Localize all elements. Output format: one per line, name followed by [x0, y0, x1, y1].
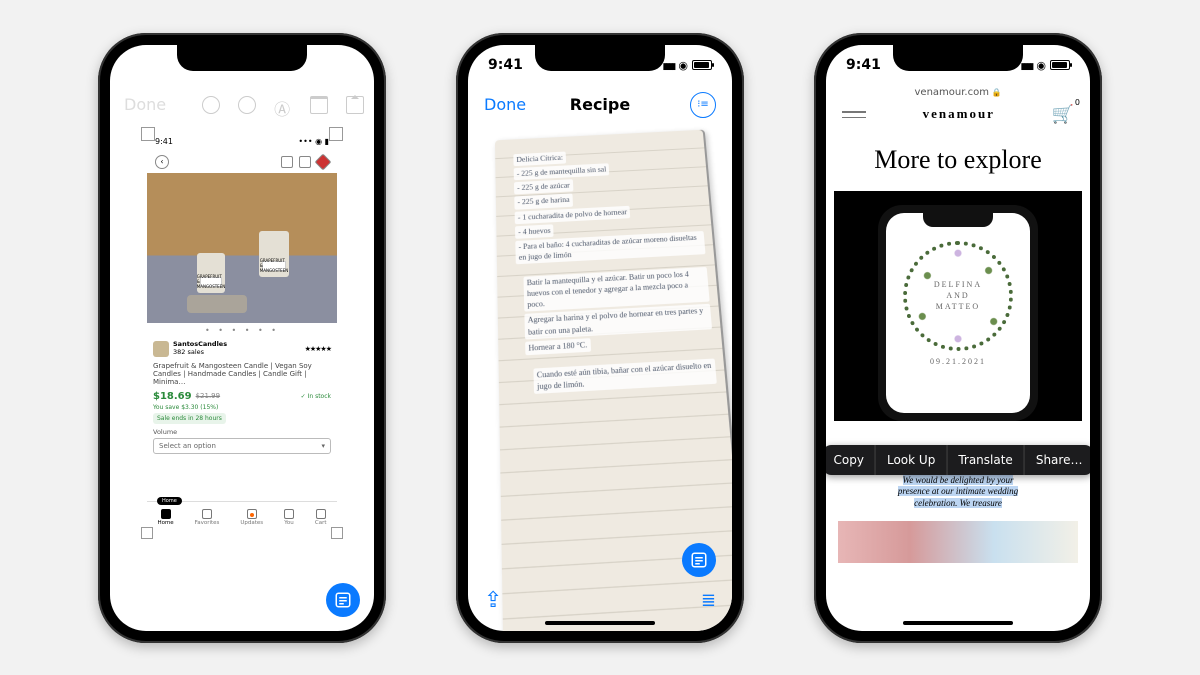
undo-button[interactable]	[202, 94, 220, 116]
site-header: venamour 🛒0	[826, 104, 1090, 135]
inner-tab-bar: Home Home Favorites Updates You Cart	[147, 501, 337, 533]
back-icon[interactable]: ‹	[155, 155, 169, 169]
live-text-button[interactable]	[326, 583, 360, 617]
signal-icon	[663, 58, 675, 72]
store-sales: 382 sales	[173, 349, 227, 356]
inner-share-icon[interactable]	[299, 156, 311, 168]
wreath-graphic: DELFINA AND MATTEO	[903, 241, 1013, 351]
select-placeholder: Select an option	[159, 442, 216, 450]
tab-you[interactable]: You	[284, 509, 294, 526]
notch	[177, 45, 307, 71]
hero-image: DELFINA AND MATTEO 09.21.2021	[834, 191, 1082, 421]
wifi-icon	[678, 58, 688, 72]
wifi-icon	[320, 58, 330, 72]
inv-date: 09.21.2021	[896, 357, 1020, 366]
tab-pill: Home	[157, 497, 182, 505]
list-icon[interactable]: ≣	[701, 590, 716, 611]
cart-count: 0	[1075, 98, 1080, 107]
menu-translate[interactable]: Translate	[947, 445, 1025, 475]
redo-button[interactable]	[238, 94, 256, 116]
note-title: Recipe	[570, 95, 630, 114]
variant-select[interactable]: Select an option ▾	[153, 438, 331, 454]
cart-icon[interactable]: 🛒0	[1052, 104, 1074, 125]
note-bottom-bar: ⇪ ≣	[468, 588, 732, 613]
candle-label: GRAPEFRUIT & MANGOSTEEN	[200, 277, 222, 287]
selected-text[interactable]: We would be delighted by your presence a…	[893, 475, 1023, 510]
signal-icon	[305, 58, 317, 72]
stock-badge: In stock	[301, 393, 331, 400]
recipe-title[interactable]: Delicia Cítrica:	[513, 151, 566, 166]
home-indicator[interactable]	[545, 621, 655, 625]
mini-phone-mock: DELFINA AND MATTEO 09.21.2021	[878, 205, 1038, 421]
heart-icon[interactable]	[315, 153, 332, 170]
status-time: 9:41	[846, 57, 881, 73]
store-row[interactable]: SantosCandles 382 sales ★★★★★	[147, 338, 337, 360]
inv-name-1: DELFINA	[934, 280, 982, 289]
home-indicator[interactable]	[187, 621, 297, 625]
share-button[interactable]	[346, 94, 364, 116]
menu-share[interactable]: Share…	[1025, 445, 1090, 475]
share-icon[interactable]: ⇪	[484, 588, 502, 613]
comment-icon[interactable]	[281, 156, 293, 168]
battery-icon	[334, 60, 354, 70]
store-avatar	[153, 341, 169, 357]
markup-pen-button[interactable]	[274, 94, 292, 116]
status-time: 9:41	[488, 57, 523, 73]
tab-updates[interactable]: Updates	[240, 509, 263, 526]
sale-chip: Sale ends in 28 hours	[153, 413, 226, 424]
menu-lookup[interactable]: Look Up	[876, 445, 947, 475]
chevron-down-icon: ▾	[321, 442, 325, 450]
battery-icon	[692, 60, 712, 70]
url-bar[interactable]: venamour.com	[826, 85, 1090, 104]
notch	[535, 45, 665, 71]
phone-screenshot-markup: 9:41 Done 9:41 ••• ◉ ▮ ‹	[98, 33, 386, 643]
menu-copy[interactable]: Copy	[826, 445, 876, 475]
markup-toolbar: Done	[110, 85, 374, 125]
product-title: Grapefruit & Mangosteen Candle | Vegan S…	[147, 360, 337, 389]
live-text-button[interactable]	[682, 543, 716, 577]
product-old-price: $21.99	[196, 392, 221, 400]
product-price: $18.69	[153, 391, 192, 402]
carousel-dots[interactable]: • • • • • •	[147, 323, 337, 338]
home-indicator[interactable]	[903, 621, 1013, 625]
url-text: venamour.com	[915, 87, 989, 98]
rating-stars: ★★★★★	[305, 345, 331, 353]
brand-logo[interactable]: venamour	[923, 106, 995, 122]
next-card-preview[interactable]	[838, 521, 1078, 563]
done-button[interactable]: Done	[484, 95, 526, 114]
hero-heading: More to explore	[826, 135, 1090, 191]
savings-text: You save $3.30 (15%)	[147, 404, 337, 411]
notch	[893, 45, 1023, 71]
wifi-icon	[1036, 58, 1046, 72]
inner-indicators: ••• ◉ ▮	[298, 137, 329, 146]
inner-nav: ‹	[147, 151, 337, 173]
tab-cart[interactable]: Cart	[315, 509, 327, 526]
done-button[interactable]: Done	[124, 95, 166, 114]
text-action-menu: Copy Look Up Translate Share…	[826, 445, 1090, 475]
hamburger-icon[interactable]	[842, 107, 866, 121]
tab-home[interactable]: Home	[157, 509, 173, 526]
product-photo: GRAPEFRUIT & MANGOSTEEN GRAPEFRUIT & MAN…	[147, 173, 337, 323]
inner-time: 9:41	[155, 137, 173, 146]
notes-nav-bar: Done Recipe	[468, 85, 732, 125]
signal-icon	[1021, 58, 1033, 72]
phone-notes-recipe: 9:41 Done Recipe Delicia Cítrica: - 225 …	[456, 33, 744, 643]
tab-favorites[interactable]: Favorites	[195, 509, 220, 526]
screenshot-crop-canvas[interactable]: 9:41 ••• ◉ ▮ ‹ GRAPEFRUIT & MANGOSTEEN G…	[147, 133, 337, 533]
volume-label: Volume	[147, 426, 337, 438]
candle-label: GRAPEFRUIT & MANGOSTEEN	[262, 261, 286, 271]
live-text-toggle[interactable]	[690, 92, 716, 118]
note-photo: Delicia Cítrica: - 225 g de mantequilla …	[468, 135, 732, 581]
battery-icon	[1050, 60, 1070, 70]
trash-button[interactable]	[310, 94, 328, 116]
inv-name-2: MATTEO	[936, 302, 980, 311]
status-time: 9:41	[130, 57, 165, 73]
inv-and: AND	[946, 291, 969, 300]
inner-status-bar: 9:41 ••• ◉ ▮	[147, 133, 337, 151]
phone-safari-web: 9:41 venamour.com venamour 🛒0 More to ex…	[814, 33, 1102, 643]
lock-icon	[989, 87, 1002, 98]
